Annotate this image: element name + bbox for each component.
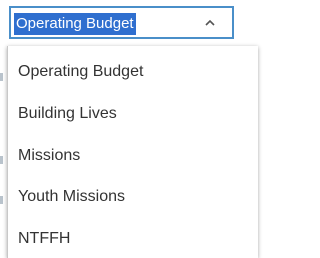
- background-fragment: [0, 73, 3, 81]
- option-missions[interactable]: Missions: [8, 136, 258, 176]
- option-operating-budget[interactable]: Operating Budget: [8, 52, 258, 92]
- option-ntffh[interactable]: NTFFH: [8, 219, 258, 258]
- selected-value: Operating Budget: [14, 13, 136, 35]
- option-building-lives[interactable]: Building Lives: [8, 94, 258, 134]
- options-list: Operating Budget Building Lives Missions…: [7, 46, 258, 258]
- budget-select[interactable]: Operating Budget: [9, 6, 234, 39]
- background-fragment: [0, 156, 3, 164]
- chevron-up-icon[interactable]: [203, 14, 217, 32]
- option-youth-missions[interactable]: Youth Missions: [8, 177, 258, 217]
- select-widget: Operating Budget Operating Budget Buildi…: [0, 0, 258, 258]
- background-fragment: [0, 196, 3, 204]
